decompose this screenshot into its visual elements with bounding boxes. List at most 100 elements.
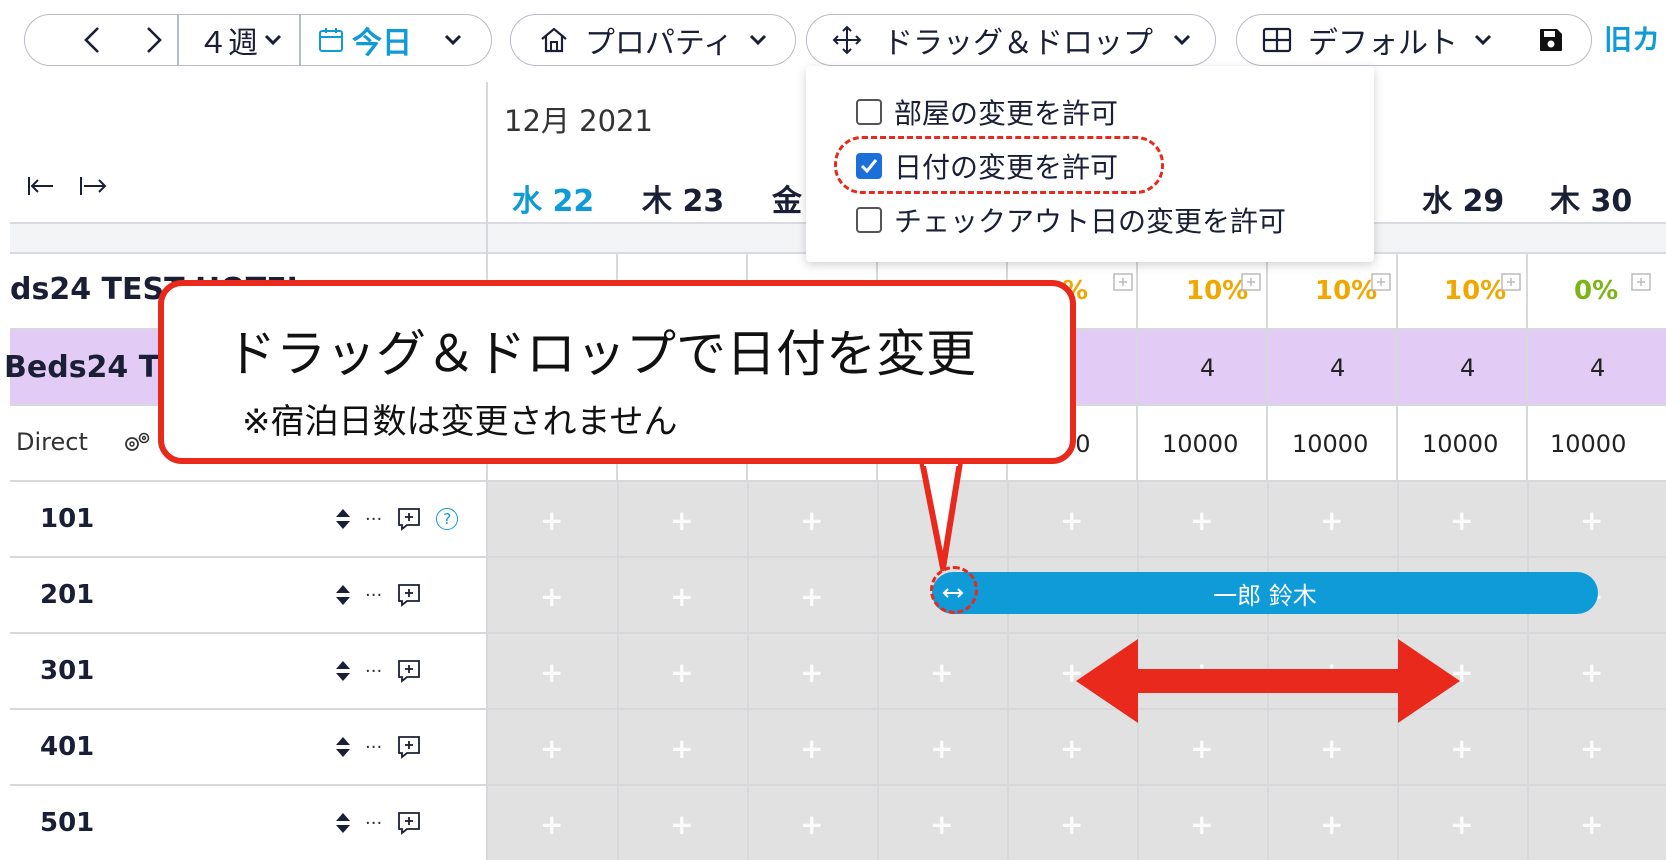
occupancy-value: 10% bbox=[1315, 276, 1378, 306]
grid-line bbox=[617, 710, 619, 784]
occupancy-value: 0% bbox=[1574, 276, 1619, 306]
add-booking-button[interactable]: + bbox=[1580, 732, 1603, 765]
sort-icon[interactable] bbox=[335, 583, 351, 607]
more-button[interactable]: ··· bbox=[365, 813, 382, 834]
add-booking-button[interactable]: + bbox=[1320, 732, 1343, 765]
add-booking-button[interactable]: + bbox=[1190, 504, 1213, 537]
sort-icon[interactable] bbox=[335, 507, 351, 531]
comment-add-icon[interactable] bbox=[396, 734, 422, 760]
grid-line bbox=[1527, 786, 1529, 860]
add-booking-button[interactable]: + bbox=[670, 732, 693, 765]
chevron-right-icon bbox=[142, 25, 164, 55]
add-booking-button[interactable]: + bbox=[540, 504, 563, 537]
add-booking-button[interactable]: + bbox=[1190, 732, 1213, 765]
grid-line bbox=[1396, 254, 1398, 482]
chevron-down-icon bbox=[1173, 33, 1191, 47]
add-booking-button[interactable]: + bbox=[1060, 808, 1083, 841]
comment-add-icon[interactable] bbox=[1112, 272, 1134, 298]
today-dropdown[interactable] bbox=[425, 15, 481, 65]
add-booking-button[interactable]: + bbox=[800, 580, 823, 613]
grid-line bbox=[747, 482, 749, 556]
allow-checkout-change-option[interactable]: チェックアウト日の変更を許可 bbox=[856, 200, 1286, 240]
grid-line bbox=[617, 786, 619, 860]
more-button[interactable]: ··· bbox=[365, 737, 382, 758]
dragdrop-select[interactable]: ドラッグ＆ドロップ bbox=[806, 14, 1216, 66]
view-select[interactable]: デフォルト bbox=[1247, 15, 1507, 65]
add-booking-button[interactable]: + bbox=[670, 580, 693, 613]
add-booking-button[interactable]: + bbox=[800, 732, 823, 765]
add-booking-button[interactable]: + bbox=[1580, 656, 1603, 689]
add-booking-button[interactable]: + bbox=[1320, 504, 1343, 537]
add-booking-button[interactable]: + bbox=[1190, 808, 1213, 841]
comment-add-icon[interactable] bbox=[1240, 272, 1262, 298]
room-name: 101 bbox=[40, 504, 95, 534]
grid-line bbox=[747, 558, 749, 632]
add-booking-button[interactable]: + bbox=[1450, 808, 1473, 841]
comment-add-icon[interactable] bbox=[1500, 272, 1522, 298]
comment-add-icon[interactable] bbox=[396, 506, 422, 532]
allow-room-change-option[interactable]: 部屋の変更を許可 bbox=[856, 92, 1118, 132]
column-nav bbox=[26, 174, 108, 198]
period-select[interactable]: ４週 bbox=[181, 15, 299, 65]
property-select[interactable]: プロパティ bbox=[510, 14, 796, 66]
grid-line bbox=[1007, 634, 1009, 708]
add-booking-button[interactable]: + bbox=[540, 808, 563, 841]
add-booking-button[interactable]: + bbox=[1060, 504, 1083, 537]
settings-gears-icon[interactable] bbox=[122, 430, 152, 456]
comment-add-icon[interactable] bbox=[396, 582, 422, 608]
room-tools: ··· bbox=[335, 734, 422, 760]
expand-right-icon[interactable] bbox=[78, 174, 108, 198]
room-tools: ··· bbox=[335, 810, 422, 836]
add-booking-button[interactable]: + bbox=[670, 808, 693, 841]
grid-line bbox=[877, 482, 879, 556]
more-button[interactable]: ··· bbox=[365, 509, 382, 530]
add-booking-button[interactable]: + bbox=[1320, 808, 1343, 841]
comment-add-icon[interactable] bbox=[396, 810, 422, 836]
comment-add-icon[interactable] bbox=[1630, 272, 1652, 298]
today-button[interactable]: 今日 bbox=[305, 15, 425, 65]
price-value: 10000 bbox=[1162, 430, 1239, 458]
add-booking-button[interactable]: + bbox=[1450, 732, 1473, 765]
sort-icon[interactable] bbox=[335, 659, 351, 683]
add-booking-button[interactable]: + bbox=[540, 580, 563, 613]
help-icon[interactable]: ? bbox=[436, 508, 459, 530]
add-booking-button[interactable]: + bbox=[930, 808, 953, 841]
add-booking-button[interactable]: + bbox=[1580, 504, 1603, 537]
collapse-left-icon[interactable] bbox=[26, 174, 56, 198]
calendar-icon bbox=[318, 26, 344, 54]
grid-line bbox=[1137, 786, 1139, 860]
add-booking-button[interactable]: + bbox=[540, 732, 563, 765]
more-button[interactable]: ··· bbox=[365, 585, 382, 606]
booking-bar[interactable]: 一郎 鈴木 bbox=[932, 572, 1598, 614]
option-label: 部屋の変更を許可 bbox=[894, 97, 1119, 130]
comment-add-icon[interactable] bbox=[396, 658, 422, 684]
add-booking-button[interactable]: + bbox=[1580, 808, 1603, 841]
grid-line bbox=[1136, 254, 1138, 482]
add-booking-button[interactable]: + bbox=[1450, 504, 1473, 537]
room-cells: + + + + + + + + + bbox=[488, 786, 1666, 860]
add-booking-button[interactable]: + bbox=[800, 808, 823, 841]
comment-add-icon[interactable] bbox=[1370, 272, 1392, 298]
grid-line bbox=[1527, 710, 1529, 784]
add-booking-button[interactable]: + bbox=[930, 732, 953, 765]
add-booking-button[interactable]: + bbox=[540, 656, 563, 689]
old-calendar-link[interactable]: 旧カ bbox=[1604, 18, 1660, 58]
sort-icon[interactable] bbox=[335, 735, 351, 759]
option-label: チェックアウト日の変更を許可 bbox=[894, 205, 1287, 238]
save-view-button[interactable] bbox=[1521, 15, 1581, 65]
add-booking-button[interactable]: + bbox=[670, 504, 693, 537]
add-booking-button[interactable]: + bbox=[670, 656, 693, 689]
add-booking-button[interactable]: + bbox=[930, 656, 953, 689]
add-booking-button[interactable]: + bbox=[800, 656, 823, 689]
checkbox[interactable] bbox=[856, 99, 882, 125]
room-tools: ··· bbox=[335, 582, 422, 608]
chevron-down-icon bbox=[1474, 33, 1492, 47]
grid-line bbox=[617, 482, 619, 556]
callout-subtitle: ※宿泊日数は変更されません bbox=[242, 402, 678, 442]
checkbox[interactable] bbox=[856, 207, 882, 233]
sort-icon[interactable] bbox=[335, 811, 351, 835]
add-booking-button[interactable]: + bbox=[1060, 732, 1083, 765]
more-button[interactable]: ··· bbox=[365, 661, 382, 682]
add-booking-button[interactable]: + bbox=[800, 504, 823, 537]
chevron-down-icon bbox=[749, 33, 767, 47]
